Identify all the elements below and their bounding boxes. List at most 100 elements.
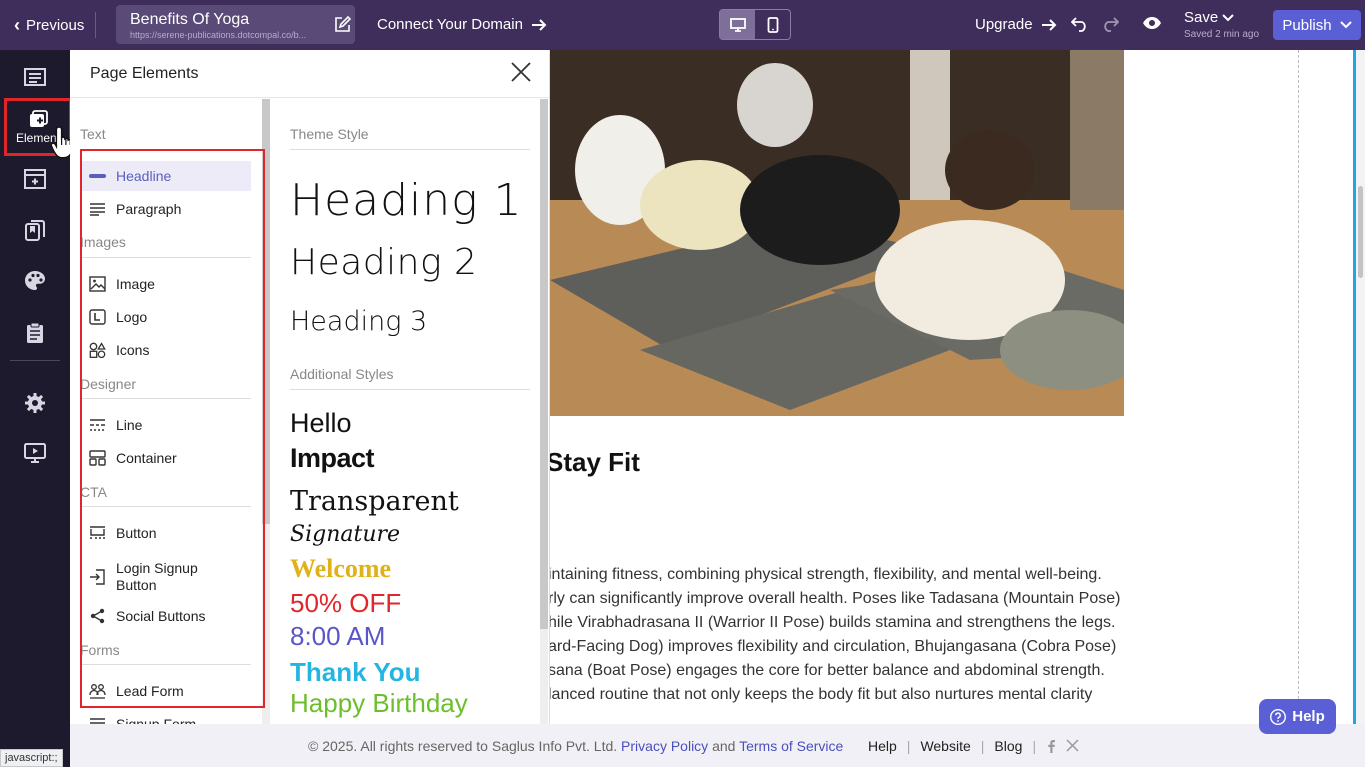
- style-transparent[interactable]: Transparent: [290, 486, 459, 517]
- shapes-icon: [89, 342, 106, 358]
- styles-scrollbar[interactable]: [540, 99, 548, 724]
- element-icons[interactable]: Icons: [80, 335, 251, 365]
- pages-button[interactable]: [0, 64, 70, 90]
- blog-link[interactable]: Blog: [994, 738, 1022, 754]
- connect-domain-link[interactable]: Connect Your Domain: [377, 16, 547, 33]
- element-headline[interactable]: Headline: [80, 161, 251, 191]
- yoga-class-photo[interactable]: [550, 50, 1124, 416]
- gear-icon: [25, 393, 45, 413]
- page-elements-panel: Page Elements Text Headline Paragraph Im…: [70, 50, 550, 724]
- divider: [10, 360, 60, 361]
- element-label: Login Signup: [116, 560, 198, 576]
- undo-icon[interactable]: [1071, 14, 1089, 32]
- element-label: Lead Form: [116, 683, 184, 699]
- page-canvas: Stay Fit intaining fitness, combining ph…: [550, 50, 1356, 724]
- element-lead-form[interactable]: Lead Form: [80, 676, 251, 706]
- separator: |: [906, 738, 911, 754]
- close-icon[interactable]: [509, 60, 533, 84]
- panel-header: Page Elements: [70, 50, 549, 98]
- element-image[interactable]: Image: [80, 269, 251, 299]
- presentation-button[interactable]: [0, 440, 70, 466]
- save-label: Save: [1184, 9, 1219, 26]
- chevron-down-icon: [1339, 21, 1352, 29]
- status-bar-url: javascript:;: [0, 749, 63, 767]
- section-heading[interactable]: Stay Fit: [550, 447, 640, 478]
- style-time[interactable]: 8:00 AM: [290, 621, 385, 652]
- style-heading-2[interactable]: Heading 2: [290, 242, 477, 283]
- style-heading-1[interactable]: Heading 1: [290, 175, 523, 226]
- element-signup-form[interactable]: Signup Form: [80, 709, 251, 724]
- image-icon: [89, 276, 106, 292]
- style-happy-birthday[interactable]: Happy Birthday: [290, 688, 468, 719]
- video-tutorial-icon: [24, 443, 46, 463]
- text-styles: Theme Style Heading 1 Heading 2 Heading …: [270, 99, 550, 724]
- clipboard-icon: [27, 322, 43, 343]
- publish-button[interactable]: Publish: [1273, 10, 1361, 40]
- footer-links: Help | Website | Blog |: [868, 738, 1079, 754]
- connect-domain-label: Connect Your Domain: [377, 16, 523, 33]
- page-scrollbar[interactable]: [1356, 50, 1365, 724]
- element-label: Line: [116, 417, 143, 433]
- upgrade-label: Upgrade: [975, 16, 1033, 33]
- forms-data-button[interactable]: [0, 320, 70, 346]
- additional-styles-heading: Additional Styles: [290, 366, 394, 382]
- device-toggle: [719, 9, 791, 40]
- element-line[interactable]: Line: [80, 410, 251, 440]
- site-info[interactable]: Benefits Of Yoga https://serene-publicat…: [116, 5, 355, 44]
- upgrade-link[interactable]: Upgrade: [975, 16, 1057, 33]
- help-button-label: Help: [1292, 708, 1325, 725]
- saved-status: Saved 2 min ago: [1184, 29, 1260, 40]
- site-url: https://serene-publications.dotcompal.co…: [130, 30, 307, 40]
- element-button[interactable]: Button: [80, 518, 251, 548]
- help-link[interactable]: Help: [868, 738, 897, 754]
- save-control[interactable]: Save Saved 2 min ago: [1184, 9, 1259, 40]
- and-text: and: [712, 738, 736, 754]
- chevron-down-icon: [1222, 13, 1234, 21]
- top-bar: ‹ Previous Benefits Of Yoga https://sere…: [0, 0, 1365, 50]
- section-paragraph[interactable]: intaining fitness, combining physical st…: [550, 563, 1148, 707]
- element-paragraph[interactable]: Paragraph: [80, 194, 251, 224]
- preview-eye-icon[interactable]: [1142, 15, 1162, 31]
- saved-blocks-button[interactable]: [0, 218, 70, 244]
- style-signature[interactable]: Signature: [290, 522, 400, 547]
- paragraph-line: ard-Facing Dog) improves flexibility and…: [550, 638, 1117, 655]
- divider: [80, 506, 251, 507]
- desktop-view-button[interactable]: [720, 10, 755, 39]
- element-logo[interactable]: Logo: [80, 302, 251, 332]
- mobile-icon: [767, 16, 778, 33]
- style-welcome[interactable]: Welcome: [290, 554, 391, 584]
- element-social-buttons[interactable]: Social Buttons: [80, 601, 251, 631]
- sections-button[interactable]: [0, 166, 70, 192]
- theme-style-heading: Theme Style: [290, 126, 369, 142]
- style-heading-3[interactable]: Heading 3: [290, 306, 427, 337]
- element-login-signup-button[interactable]: Login Signup Button: [80, 560, 251, 594]
- edit-icon[interactable]: [333, 16, 351, 34]
- categories-scrollbar[interactable]: [262, 99, 270, 724]
- palette-icon: [25, 271, 45, 290]
- style-hello[interactable]: Hello: [290, 408, 352, 439]
- facebook-icon[interactable]: [1046, 739, 1056, 753]
- element-label: Image: [116, 276, 155, 292]
- settings-button[interactable]: [0, 390, 70, 416]
- category-cta: CTA: [80, 484, 107, 500]
- x-twitter-icon[interactable]: [1066, 739, 1079, 752]
- style-thank-you[interactable]: Thank You: [290, 657, 421, 688]
- style-sale[interactable]: 50% OFF: [290, 588, 401, 619]
- privacy-policy-link[interactable]: Privacy Policy: [621, 738, 708, 754]
- redo-icon[interactable]: [1101, 14, 1119, 32]
- help-button[interactable]: Help: [1259, 699, 1336, 734]
- terms-link[interactable]: Terms of Service: [739, 738, 843, 754]
- pages-icon: [24, 68, 46, 86]
- website-link[interactable]: Website: [920, 738, 970, 754]
- guide-line: [1298, 50, 1299, 724]
- headline-icon: [89, 174, 106, 178]
- divider: [80, 257, 251, 258]
- theme-button[interactable]: [0, 268, 70, 294]
- element-container[interactable]: Container: [80, 443, 251, 473]
- question-icon: [1270, 708, 1287, 725]
- previous-button[interactable]: ‹ Previous: [8, 10, 90, 40]
- publish-label: Publish: [1282, 16, 1332, 34]
- element-label: Icons: [116, 342, 150, 358]
- mobile-view-button[interactable]: [755, 10, 790, 39]
- style-impact[interactable]: Impact: [290, 443, 375, 474]
